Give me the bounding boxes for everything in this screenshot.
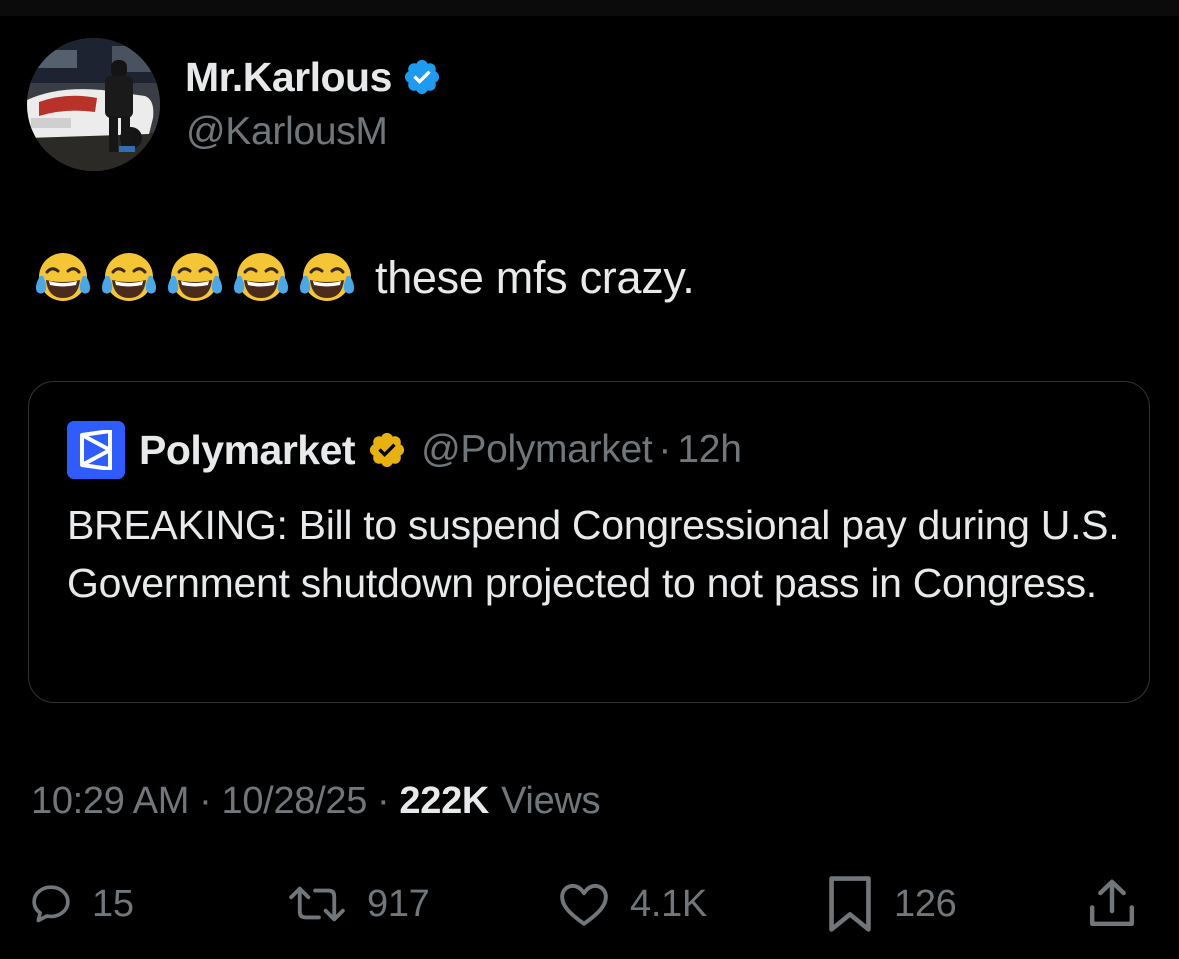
heart-icon	[560, 883, 608, 926]
retweet-icon	[289, 886, 345, 922]
views-label: Views	[501, 779, 601, 822]
tears-of-joy-emoji-icon	[168, 253, 222, 301]
avatar-photo	[27, 38, 160, 171]
status-strip	[0, 0, 1179, 16]
views-count[interactable]: 222K	[399, 780, 489, 823]
bookmark-button[interactable]: 126	[824, 874, 957, 934]
tweet-time[interactable]: 10:29 AM	[31, 780, 189, 823]
like-count: 4.1K	[630, 882, 707, 925]
reply-button[interactable]: 15	[28, 874, 134, 934]
reply-count: 15	[92, 882, 134, 925]
quoted-author-handle[interactable]: @Polymarket	[421, 428, 653, 472]
tears-of-joy-emoji-icon	[234, 253, 288, 301]
bookmark-icon	[829, 876, 871, 932]
retweet-count: 917	[367, 882, 430, 925]
bookmark-count: 126	[894, 882, 957, 925]
share-icon	[1089, 879, 1135, 927]
tears-of-joy-emoji-icon	[102, 253, 156, 301]
tweet-text-row: these mfs crazy.	[31, 246, 695, 310]
quoted-tweet-card[interactable]: Polymarket @Polymarket · 12h BREAKING: B…	[28, 381, 1150, 703]
tweet-meta: 10:29 AM · 10/28/25 · 222K Views	[31, 776, 601, 826]
author-name-row[interactable]: Mr.Karlous	[185, 52, 442, 102]
quoted-author-display-name[interactable]: Polymarket	[139, 427, 356, 474]
meta-separator: ·	[377, 779, 390, 822]
retweet-button[interactable]: 917	[285, 874, 430, 934]
avatar[interactable]	[27, 38, 160, 171]
reply-icon	[32, 885, 70, 923]
author-display-name[interactable]: Mr.Karlous	[185, 54, 392, 101]
tears-of-joy-emoji-icon	[36, 253, 90, 301]
emoji-group	[31, 246, 359, 310]
quoted-timestamp[interactable]: 12h	[677, 428, 741, 472]
quoted-separator: ·	[658, 428, 672, 471]
author-handle[interactable]: @KarlousM	[186, 110, 388, 154]
tweet-text: these mfs crazy.	[375, 252, 695, 303]
quoted-tweet-text: BREAKING: Bill to suspend Congressional …	[67, 502, 1120, 606]
verified-badge-icon	[402, 57, 442, 97]
share-button[interactable]	[1082, 874, 1142, 934]
gold-verified-badge-icon	[367, 430, 407, 470]
tears-of-joy-emoji-icon	[300, 253, 354, 301]
polymarket-logo-icon[interactable]	[67, 421, 125, 479]
tweet-date[interactable]: 10/28/25	[222, 780, 368, 823]
quoted-tweet-header: Polymarket @Polymarket · 12h	[67, 420, 742, 480]
like-button[interactable]: 4.1K	[556, 874, 707, 934]
meta-separator: ·	[199, 779, 212, 822]
